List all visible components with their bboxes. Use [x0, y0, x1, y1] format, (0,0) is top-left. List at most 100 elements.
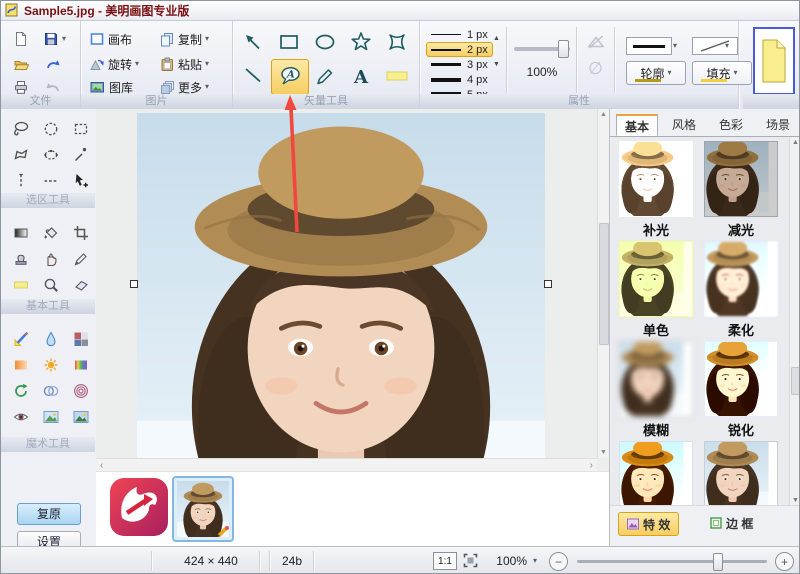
line-width-spin-down[interactable]: ▼	[490, 59, 503, 70]
canvas-hscrollbar[interactable]: ‹ ›	[96, 458, 597, 471]
effect-thumbnail[interactable]	[704, 441, 778, 506]
effect-item[interactable]: 减光	[704, 141, 778, 239]
four-point-star-tool[interactable]	[381, 27, 413, 57]
photo-effect-tool-2[interactable]	[69, 405, 93, 429]
opacity-slider-handle[interactable]	[558, 40, 569, 58]
column-select-tool[interactable]	[9, 169, 33, 193]
selection-handle-right[interactable]	[544, 280, 552, 288]
crop-tool[interactable]	[69, 221, 93, 245]
pencil-tool[interactable]	[309, 61, 341, 91]
color-blocks-tool[interactable]	[69, 327, 93, 351]
canvas-vscrollbar[interactable]: ▲ ▼	[597, 109, 609, 458]
canvas-area[interactable]: ‹ › ▲ ▼	[96, 109, 609, 471]
effect-item[interactable]: 模糊	[619, 341, 693, 439]
hand-tool[interactable]	[39, 247, 63, 271]
effect-thumbnail[interactable]	[619, 341, 693, 417]
tab-2[interactable]: 风格	[663, 114, 705, 136]
stamp-tool[interactable]	[9, 247, 33, 271]
rainbow-gradient-tool[interactable]	[69, 353, 93, 377]
line-width-option[interactable]: 2 px	[426, 42, 493, 57]
sharpen-pencil-tool[interactable]	[9, 327, 33, 351]
move-selection-tool[interactable]	[69, 169, 93, 193]
callout-text-tool[interactable]: A	[271, 59, 309, 95]
rectangle-tool[interactable]	[273, 27, 305, 57]
photo-effect-tool-1[interactable]	[39, 405, 63, 429]
eraser-tool[interactable]	[69, 273, 93, 297]
blend-circles-tool[interactable]	[39, 379, 63, 403]
zoom-slider-handle[interactable]	[713, 553, 723, 571]
selection-handle-left[interactable]	[130, 280, 138, 288]
outline-button[interactable]: 轮廓▾	[626, 61, 686, 85]
effect-item[interactable]: 单色	[619, 241, 693, 339]
photo-image[interactable]	[137, 113, 545, 459]
zoom-out-button[interactable]: −	[549, 552, 568, 571]
paste-button[interactable]: 粘贴▾	[159, 54, 209, 74]
refresh-tool[interactable]	[9, 379, 33, 403]
highlighter-swatch-tool[interactable]	[9, 273, 33, 297]
rotate-button[interactable]: 旋转▾	[89, 54, 139, 74]
line-width-option[interactable]: 1 px	[426, 27, 493, 42]
fill-bucket-tool[interactable]	[39, 221, 63, 245]
effect-thumbnail[interactable]	[704, 341, 778, 417]
lasso-select-tool[interactable]	[9, 117, 33, 141]
line-style-caret[interactable]: ▾	[673, 42, 677, 50]
effect-item[interactable]: 柔化	[704, 241, 778, 339]
border-button[interactable]: 边 框	[702, 512, 761, 534]
ellipse-select-tool[interactable]	[39, 117, 63, 141]
page-style-button[interactable]	[753, 27, 795, 95]
effect-item[interactable]	[619, 441, 693, 506]
special-effects-button[interactable]: 特 效	[618, 512, 679, 536]
gradient-tool[interactable]	[9, 221, 33, 245]
effect-thumbnail[interactable]	[704, 241, 778, 317]
zoom-actual-button[interactable]: 1:1	[433, 552, 457, 570]
blur-drop-tool[interactable]	[39, 327, 63, 351]
line-style-select[interactable]	[626, 37, 672, 55]
magnetic-select-tool[interactable]	[39, 143, 63, 167]
line-tool[interactable]	[237, 61, 269, 91]
new-file-button[interactable]	[13, 29, 29, 49]
highlight-tool[interactable]	[381, 61, 413, 91]
fill-style-select[interactable]	[692, 37, 738, 55]
restore-button[interactable]: 复原	[17, 503, 81, 525]
tab-1[interactable]: 基本	[616, 114, 658, 136]
line-width-spin-up[interactable]: ▲	[490, 33, 503, 44]
fit-screen-button[interactable]	[463, 553, 478, 568]
filmstrip-photo-thumb-selected[interactable]	[172, 476, 234, 542]
effect-item[interactable]	[704, 441, 778, 506]
effects-scroll-thumb[interactable]	[791, 367, 800, 395]
canvas-vscroll-thumb[interactable]	[599, 223, 609, 345]
row-select-tool[interactable]	[39, 169, 63, 193]
effect-thumbnail[interactable]	[619, 441, 693, 506]
zoom-in-button[interactable]: +	[775, 552, 794, 571]
effect-item[interactable]: 锐化	[704, 341, 778, 439]
save-button[interactable]: ▾	[43, 29, 66, 49]
line-width-option[interactable]: 3 px	[426, 57, 493, 72]
tab-4[interactable]: 场景	[757, 114, 799, 136]
line-width-option[interactable]: 4 px	[426, 72, 493, 87]
effect-item[interactable]: 补光	[619, 141, 693, 239]
zoom-level-caret[interactable]: ▾	[533, 557, 537, 565]
arrow-tool[interactable]	[237, 27, 269, 57]
text-tool[interactable]: A	[345, 61, 377, 91]
effect-thumbnail[interactable]	[619, 141, 693, 217]
ellipse-tool[interactable]	[309, 27, 341, 57]
eyedropper-pen-tool[interactable]	[69, 247, 93, 271]
canvas-button[interactable]: 画布	[89, 29, 132, 49]
magic-wand-tool[interactable]	[69, 143, 93, 167]
effect-thumbnail[interactable]	[704, 141, 778, 217]
redo-button[interactable]	[45, 54, 61, 74]
red-eye-tool[interactable]	[9, 405, 33, 429]
brightness-sun-tool[interactable]	[39, 353, 63, 377]
zoom-slider-track[interactable]	[577, 560, 767, 563]
rect-select-tool[interactable]	[69, 117, 93, 141]
orange-gradient-tool[interactable]	[9, 353, 33, 377]
tab-3[interactable]: 色彩	[710, 114, 752, 136]
fill-style-caret[interactable]: ▾	[725, 42, 729, 50]
zoom-tool[interactable]	[39, 273, 63, 297]
rings-tool[interactable]	[69, 379, 93, 403]
copy-button[interactable]: 复制▾	[159, 29, 209, 49]
effects-scrollbar[interactable]: ▲ ▼	[789, 137, 800, 506]
star-tool[interactable]	[345, 27, 377, 57]
open-button[interactable]	[13, 54, 30, 74]
filmstrip-logo-thumb[interactable]	[110, 478, 168, 536]
